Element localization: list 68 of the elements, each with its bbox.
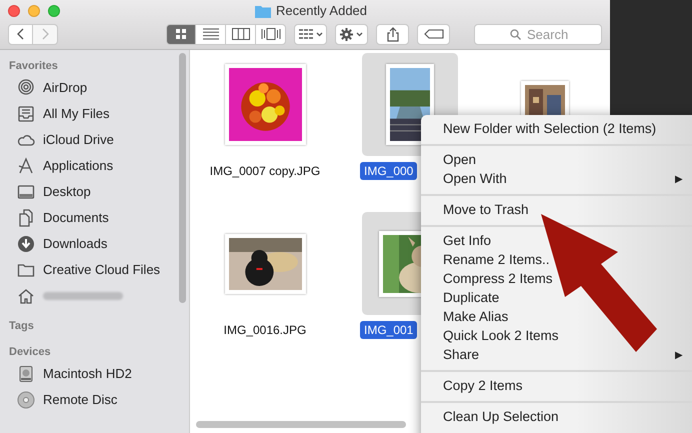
menu-item[interactable]: Make Alias [421, 308, 692, 327]
sidebar-item[interactable]: Applications [0, 153, 189, 179]
sidebar-item[interactable]: Creative Cloud Files [0, 257, 189, 283]
disc-icon [17, 391, 35, 409]
view-mode-button[interactable] [226, 24, 256, 44]
download-icon [17, 235, 35, 253]
search-field[interactable]: Search [474, 24, 602, 44]
chevron-left-icon [17, 28, 24, 40]
sidebar-item[interactable]: All My Files [0, 101, 189, 127]
sidebar-item[interactable]: Documents [0, 205, 189, 231]
menu-item[interactable]: Quick Look 2 Items [421, 327, 692, 346]
list-icon [202, 28, 218, 40]
chevron-down-icon [316, 32, 322, 36]
submenu-arrow: ▶ [675, 349, 683, 363]
menu-item[interactable]: Get Info [421, 232, 692, 251]
drawer-icon [17, 105, 35, 123]
documents-icon [17, 209, 35, 227]
view-mode-button[interactable] [196, 24, 226, 44]
section-heading: Favorites [8, 59, 59, 74]
arrange-button[interactable] [294, 24, 327, 44]
file-name: IMG_0016.JPG [222, 322, 308, 339]
columns-icon [232, 28, 250, 40]
chevron-right-icon [42, 28, 48, 40]
action-button[interactable] [335, 24, 368, 44]
share-icon [386, 26, 398, 42]
search-icon [510, 28, 521, 40]
menu-item[interactable]: Rename 2 Items.. [421, 251, 692, 270]
menu-item[interactable]: Move to Trash [421, 201, 692, 220]
chevron-down-icon [356, 32, 363, 36]
tag-icon [424, 29, 444, 39]
sidebar-item[interactable]: Desktop [0, 179, 189, 205]
menu-item[interactable]: Compress 2 Items [421, 270, 692, 289]
desktop-icon [17, 183, 35, 201]
home-icon [17, 287, 35, 305]
sidebar-item[interactable]: Remote Disc [0, 387, 189, 413]
file-name: IMG_0007 copy.JPG [208, 163, 322, 180]
file-name: IMG_001 [360, 321, 418, 339]
sidebar-item[interactable]: Macintosh HD2 [0, 361, 189, 387]
apps-icon [17, 157, 35, 175]
menu-item[interactable]: Clean Up Selection [421, 408, 692, 427]
menu-item[interactable]: Open [421, 151, 692, 170]
section-heading: Tags [8, 319, 35, 334]
folder-icon [254, 4, 271, 18]
share-button[interactable] [376, 24, 409, 44]
gear-icon [340, 28, 353, 40]
tag-button[interactable] [417, 24, 450, 44]
hard-drive-icon [17, 365, 35, 383]
close-button[interactable] [8, 5, 20, 17]
menu-item[interactable]: Share ▶ [421, 346, 692, 365]
window-title: Recently Added [276, 2, 368, 20]
menu-item[interactable]: Copy 2 Items [421, 377, 692, 396]
zoom-button[interactable] [48, 5, 60, 17]
section-heading: Devices [8, 345, 52, 360]
menu-item[interactable]: Open With ▶ [421, 170, 692, 189]
grid-icon [175, 28, 187, 40]
menu-item[interactable]: Duplicate [421, 289, 692, 308]
submenu-arrow: ▶ [675, 173, 683, 187]
view-mode-button[interactable] [166, 24, 196, 44]
airdrop-icon [17, 79, 35, 97]
view-mode-button[interactable] [256, 24, 286, 44]
file-name: IMG_000 [360, 162, 418, 180]
menu-item[interactable]: New Folder with Selection (2 Items) [421, 120, 692, 139]
cover-flow-icon [260, 28, 280, 40]
grid-icon [298, 29, 312, 39]
sidebar-item[interactable]: iCloud Drive [0, 127, 189, 153]
sidebar-item[interactable]: AirDrop [0, 75, 189, 101]
sidebar-item[interactable]: Downloads [0, 231, 189, 257]
back-button[interactable] [8, 24, 33, 44]
